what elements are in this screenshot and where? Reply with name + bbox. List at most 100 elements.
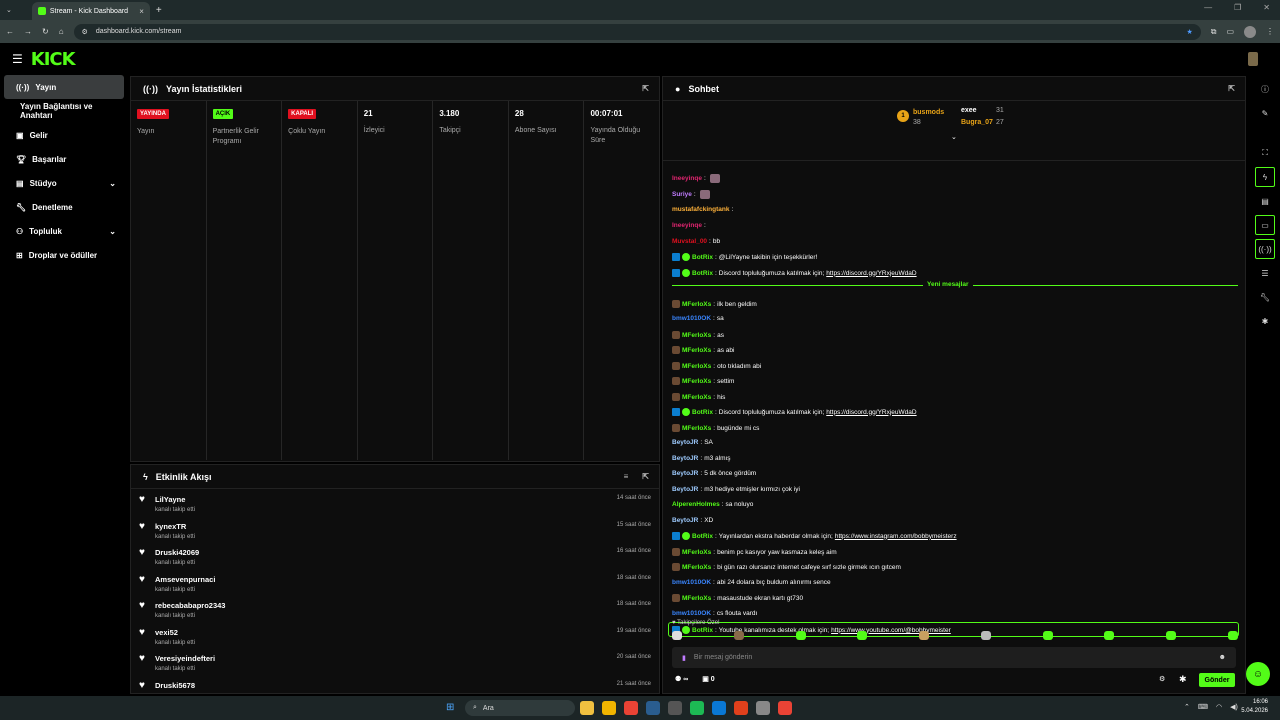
home-icon[interactable]: ⌂ (59, 27, 64, 36)
wifi-icon[interactable]: ◠ (1216, 703, 1222, 711)
leader-name[interactable]: busmods (913, 109, 944, 116)
site-info-icon[interactable]: ⚙ (82, 28, 88, 36)
tray-chevron-icon[interactable]: ⌃ (1184, 703, 1190, 711)
emote-button[interactable] (1104, 631, 1115, 640)
windows-start-icon[interactable]: ⊞ (446, 702, 454, 713)
chat-username[interactable]: mustafafckingtank (672, 206, 729, 213)
microphone-icon[interactable]: ▮ (682, 654, 686, 662)
chat-username[interactable]: BeytoJR (672, 517, 698, 524)
chat-link[interactable]: https://discord.gg/YRxjeuWdaD (826, 409, 916, 416)
folder-icon[interactable] (602, 701, 616, 715)
notion-icon[interactable] (756, 701, 770, 715)
extensions-icon[interactable]: ⧉ (1211, 27, 1217, 37)
chat-username[interactable]: BotRix (692, 533, 713, 540)
spotify-icon[interactable] (690, 701, 704, 715)
chat-username[interactable]: BeytoJR (672, 455, 698, 462)
file-explorer-icon[interactable] (580, 701, 594, 715)
emote-button[interactable] (980, 631, 991, 640)
chat-username[interactable]: MFerIoXs (682, 378, 711, 385)
sidebar-item-topluluk[interactable]: ⚇ Topluluk ⌄ (4, 219, 124, 243)
puzzle-icon[interactable]: ✱ (1179, 674, 1187, 685)
chat-username[interactable]: AlperenHolmes (672, 501, 720, 508)
chat-link[interactable]: https://www.instagram.com/bobbymeisterz (835, 533, 957, 540)
activity-user[interactable]: rebecababapro2343 (155, 601, 225, 610)
leader-name[interactable]: Bugra_07 (961, 119, 993, 126)
chat-username[interactable]: MFerIoXs (682, 394, 711, 401)
new-tab-button[interactable]: + (156, 5, 162, 16)
chat-username[interactable]: bmw1010OK (672, 579, 711, 586)
user-avatar[interactable] (1248, 52, 1258, 66)
chat-username[interactable]: BeytoJR (672, 439, 698, 446)
chat-username[interactable]: MFerIoXs (682, 332, 711, 339)
points-icon[interactable]: ⚉ ∞ (675, 675, 688, 683)
brave-icon[interactable] (734, 701, 748, 715)
document-icon[interactable]: ▤ (1255, 191, 1275, 211)
filter-icon[interactable]: ≡ (624, 472, 629, 481)
expand-chevron-icon[interactable]: ⌄ (951, 133, 957, 141)
browser-menu-icon[interactable]: ⋮ (1266, 27, 1274, 36)
chat-username[interactable]: Ineeyinqe (672, 175, 702, 182)
activity-user[interactable]: vexi52 (155, 628, 195, 637)
popout-icon[interactable]: ⇱ (642, 84, 649, 93)
activity-user[interactable]: Amsevenpurnaci (155, 575, 215, 584)
chat-username[interactable]: Muvstal_00 (672, 238, 707, 245)
lightning-icon[interactable]: ϟ (1255, 167, 1275, 187)
taskbar-clock[interactable]: 16:06 5.04.2026 (1241, 698, 1268, 716)
keyboard-icon[interactable]: ⌨ (1198, 703, 1208, 711)
wrench-icon[interactable]: 🔧︎ (1255, 287, 1275, 307)
reload-icon[interactable]: ↻ (42, 27, 49, 36)
chat-link[interactable]: https://discord.gg/YRxjeuWdaD (826, 270, 916, 277)
chat-username[interactable]: BotRix (692, 254, 713, 261)
sidebar-item-gelir[interactable]: ▣ Gelir (4, 123, 124, 147)
emote-button[interactable] (857, 631, 868, 640)
activity-user[interactable]: Druski5678 (155, 681, 195, 690)
url-field[interactable]: ⚙ dashboard.kick.com/stream ★ (73, 23, 1201, 40)
forward-icon[interactable]: → (24, 27, 32, 36)
popout-icon[interactable]: ⇱ (642, 472, 649, 481)
emote-button[interactable] (919, 631, 930, 640)
sidebar-item-droplar[interactable]: ⊞ Droplar ve ödüller (4, 243, 124, 267)
kick-logo[interactable]: KICK (31, 49, 76, 70)
sidebar-item-stream-key[interactable]: Yayın Bağlantısı ve Anahtarı (4, 99, 124, 123)
chrome-icon[interactable] (624, 701, 638, 715)
vscode-icon[interactable] (712, 701, 726, 715)
emote-button[interactable] (1227, 631, 1238, 640)
activity-user[interactable]: LilYayne (155, 495, 195, 504)
bookmark-star-icon[interactable]: ★ (1186, 28, 1192, 36)
close-window-button[interactable]: ✕ (1263, 3, 1270, 12)
hamburger-menu-icon[interactable]: ☰ (12, 52, 23, 66)
chat-username[interactable]: BeytoJR (672, 470, 698, 477)
chat-username[interactable]: BeytoJR (672, 486, 698, 493)
chat-username[interactable]: MFerIoXs (682, 595, 711, 602)
emote-button[interactable] (1166, 631, 1177, 640)
edit-icon[interactable]: ✎ (1255, 103, 1275, 123)
fullscreen-icon[interactable]: ⛶ (1255, 143, 1275, 163)
split-view-icon[interactable]: ▭ (1226, 27, 1234, 36)
chat-username[interactable]: BotRix (692, 409, 713, 416)
info-icon[interactable]: ⓘ (1255, 79, 1275, 99)
tab-list-icon[interactable]: ⌄ (6, 6, 12, 14)
chat-username[interactable]: MFerIoXs (682, 549, 711, 556)
chat-username[interactable]: MFerIoXs (682, 347, 711, 354)
sidebar-item-yayin[interactable]: ((·)) Yayın (4, 75, 124, 99)
chat-username[interactable]: BotRix (692, 270, 713, 277)
send-button[interactable]: Gönder (1199, 673, 1235, 687)
chat-username[interactable]: MFerIoXs (682, 564, 711, 571)
popout-icon[interactable]: ⇱ (1228, 84, 1235, 93)
sidebar-item-basarilar[interactable]: 🏆︎ Başarılar (4, 147, 124, 171)
profile-avatar[interactable] (1244, 25, 1256, 38)
github-icon[interactable] (668, 701, 682, 715)
emote-button[interactable] (672, 631, 682, 640)
gift-icon[interactable]: ▣ 0 (702, 675, 714, 683)
chat-username[interactable]: bmw1010OK (672, 610, 711, 617)
settings-icon[interactable]: ⚙ (1159, 675, 1165, 683)
chat-username[interactable]: MFerIoXs (682, 425, 711, 432)
activity-user[interactable]: Veresiyeindefteri (155, 654, 215, 663)
emote-button[interactable] (795, 631, 806, 640)
taskbar-search[interactable]: ⌕ Ara (465, 700, 575, 716)
broadcast-icon[interactable]: ((·)) (1255, 239, 1275, 259)
chrome-profile-icon[interactable] (778, 701, 792, 715)
activity-user[interactable]: kynexTR (155, 522, 195, 531)
leader-name[interactable]: exee (961, 107, 977, 114)
server-icon[interactable]: ☰ (1255, 263, 1275, 283)
